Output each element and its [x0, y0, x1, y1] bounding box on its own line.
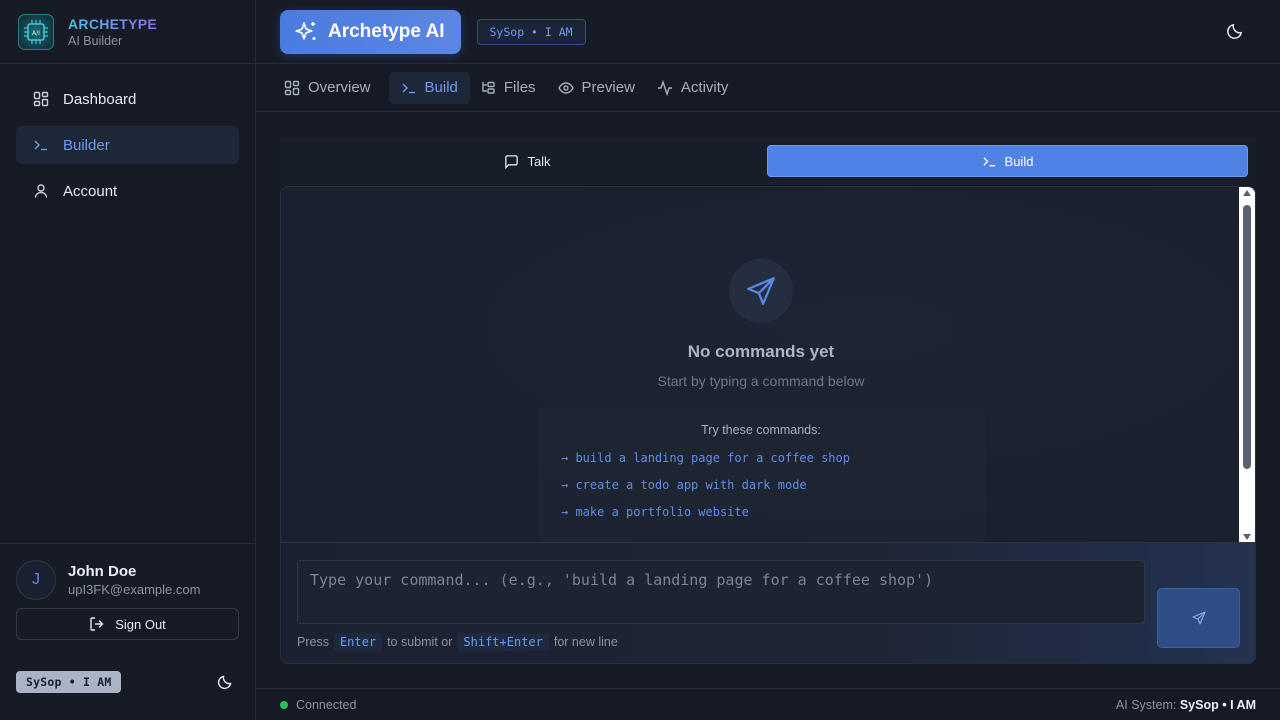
scrollbar[interactable]: [1239, 187, 1255, 542]
activity-icon: [657, 79, 672, 96]
moon-icon[interactable]: [217, 674, 233, 690]
tab-bar: Overview Build Files Preview Activity: [256, 64, 1280, 112]
hint-mid: to submit or: [387, 635, 453, 649]
sign-out-button[interactable]: Sign Out: [16, 608, 239, 640]
top-header: Archetype AI SySop • I AM: [256, 0, 1280, 64]
sparkles-icon: [295, 21, 316, 40]
talk-mode-button[interactable]: Talk: [288, 145, 767, 177]
app-title-button[interactable]: Archetype AI: [280, 9, 461, 54]
suggestion-item[interactable]: → create a todo app with dark mode: [561, 478, 961, 492]
tab-build[interactable]: Build: [388, 71, 470, 104]
log-out-icon: [90, 617, 104, 631]
connection-status: Connected: [296, 697, 357, 712]
command-input[interactable]: [297, 560, 1145, 624]
avatar[interactable]: J: [16, 560, 56, 600]
suggestions-box: Try these commands: → build a landing pa…: [537, 407, 985, 542]
sysop-badge: SySop • I AM: [16, 671, 122, 693]
build-mode-button[interactable]: Build: [767, 145, 1248, 177]
sidebar-item-dashboard[interactable]: Dashboard: [16, 80, 239, 118]
brand-name: ARCHETYPE: [68, 15, 158, 32]
svg-text:A/I: A/I: [32, 30, 40, 37]
tab-label: Overview: [308, 79, 371, 96]
send-button[interactable]: [1157, 588, 1240, 648]
scroll-thumb[interactable]: [1243, 205, 1251, 469]
user-name: John Doe: [68, 563, 137, 580]
tab-label: Preview: [581, 79, 635, 96]
terminal-icon: [402, 83, 415, 93]
suggestion-item[interactable]: → make a portfolio website: [561, 505, 961, 519]
brand: A/I ARCHETYPE AI Builder: [0, 0, 255, 64]
shift-enter-key-hint: Shift+Enter: [457, 633, 549, 651]
terminal-icon: [34, 140, 47, 151]
app-title: Archetype AI: [328, 20, 445, 42]
tab-label: Build: [424, 79, 458, 96]
scroll-down-arrow[interactable]: [1243, 534, 1251, 540]
tab-label: Activity: [680, 79, 729, 96]
terminal-icon: [982, 156, 995, 166]
tab-files[interactable]: Files: [476, 72, 548, 104]
empty-state-subtitle: Start by typing a command below: [657, 373, 865, 389]
sign-out-label: Sign Out: [115, 616, 166, 632]
command-history[interactable]: No commands yet Start by typing a comman…: [280, 186, 1256, 542]
ai-system-label: AI System:: [1115, 698, 1177, 712]
build-mode-label: Build: [1004, 153, 1034, 169]
moon-icon: [1227, 23, 1243, 39]
hint-press: Press: [297, 635, 329, 649]
send-icon: [1191, 611, 1206, 625]
suggestion-item[interactable]: → build a landing page for a coffee shop: [561, 451, 961, 465]
talk-mode-label: Talk: [527, 153, 551, 169]
suggestions-title: Try these commands:: [701, 423, 821, 437]
sidebar-item-label: Dashboard: [63, 90, 137, 108]
sidebar: A/I ARCHETYPE AI Builder Dashboard Build…: [0, 0, 256, 720]
enter-key-hint: Enter: [333, 633, 383, 651]
send-icon: [729, 259, 793, 323]
sidebar-item-account[interactable]: Account: [16, 172, 239, 210]
user-panel: J John Doe upI3FK@example.com Sign Out: [0, 543, 255, 720]
sidebar-item-label: Builder: [63, 136, 110, 154]
ai-system-status: AI System: SySop • I AM: [1116, 698, 1256, 712]
brand-logo-icon: A/I: [18, 13, 54, 50]
ai-system-value: SySop • I AM: [1179, 698, 1256, 712]
empty-state-title: No commands yet: [687, 342, 835, 361]
message-square-icon: [505, 154, 519, 169]
status-bar: Connected AI System: SySop • I AM: [256, 688, 1280, 720]
theme-toggle-button[interactable]: [1226, 22, 1244, 45]
connection-status-dot: [280, 700, 288, 709]
tab-label: Files: [503, 79, 536, 96]
header-sysop-badge: SySop • I AM: [476, 18, 586, 45]
input-hint: Press Enter to submit or Shift+Enter for…: [297, 633, 618, 651]
user-icon: [34, 184, 48, 198]
tab-preview[interactable]: Preview: [554, 72, 647, 104]
grid-icon: [33, 91, 49, 107]
mode-switch: Talk Build: [280, 137, 1256, 185]
scroll-up-arrow[interactable]: [1243, 190, 1251, 196]
command-input-area: Press Enter to submit or Shift+Enter for…: [280, 542, 1256, 664]
sidebar-nav: Dashboard Builder Account: [0, 64, 255, 234]
sidebar-item-builder[interactable]: Builder: [16, 126, 239, 164]
sidebar-item-label: Account: [63, 182, 118, 200]
user-email: upI3FK@example.com: [68, 582, 201, 597]
brand-subtitle: AI Builder: [68, 33, 123, 48]
hint-end: for new line: [553, 635, 618, 649]
eye-icon: [557, 81, 574, 94]
builder-panel: Talk Build No commands yet Start by typi…: [280, 137, 1256, 664]
tab-activity[interactable]: Activity: [653, 72, 741, 104]
grid-icon: [284, 80, 300, 95]
tab-overview[interactable]: Overview: [280, 72, 383, 104]
folder-tree-icon: [482, 81, 495, 94]
